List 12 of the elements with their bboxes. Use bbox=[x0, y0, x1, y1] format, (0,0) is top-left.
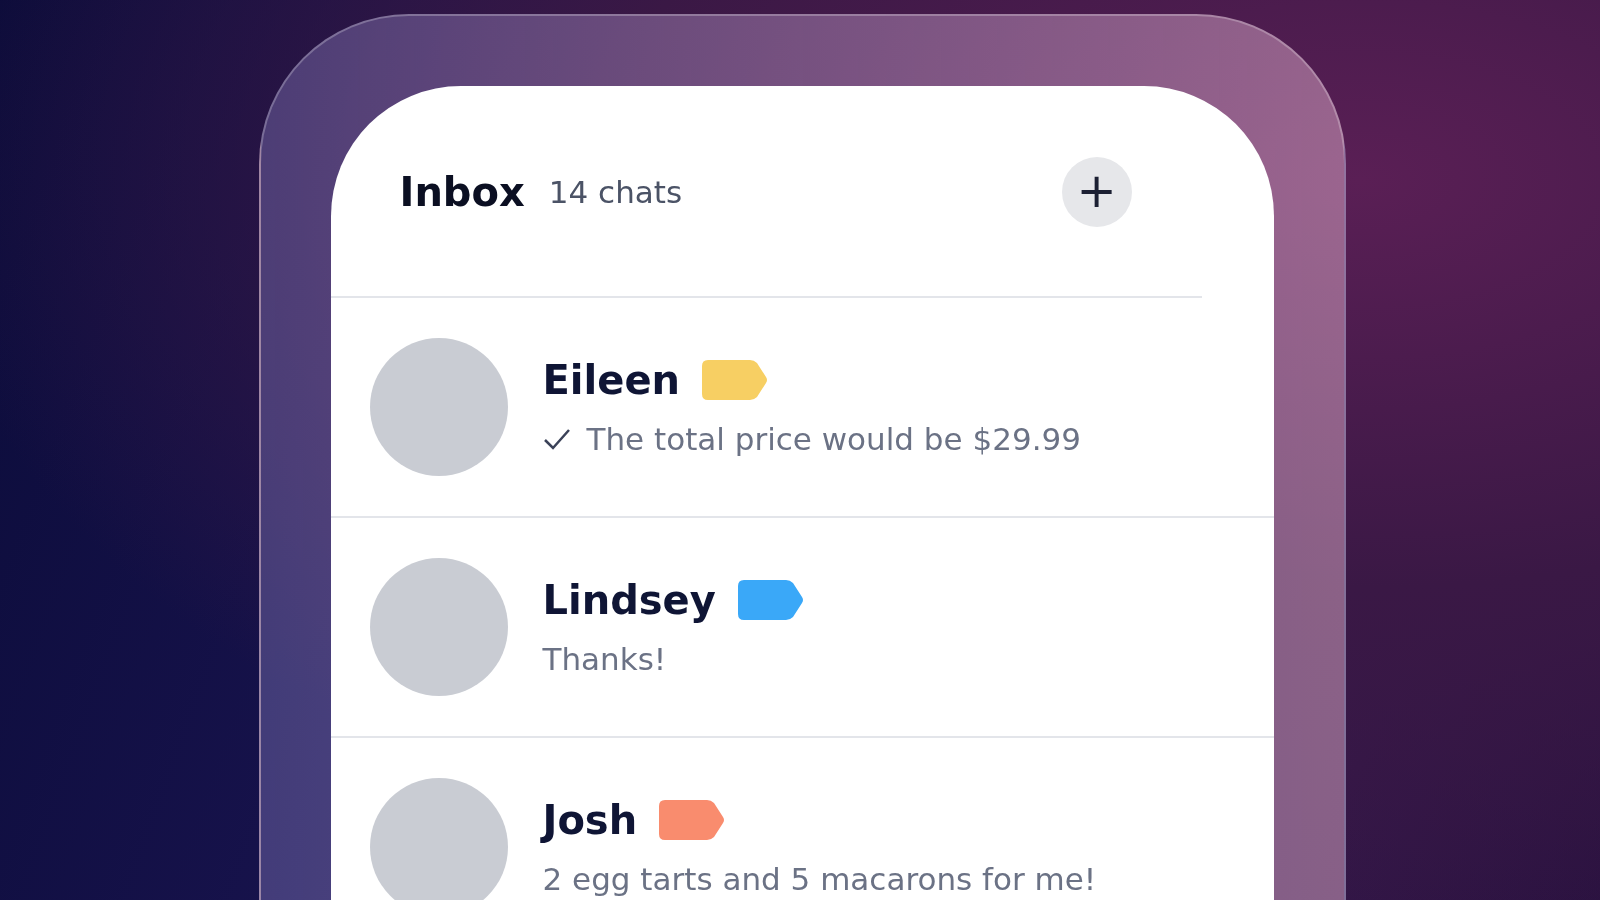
contact-name: Eileen bbox=[542, 357, 680, 403]
message-preview: 2 egg tarts and 5 macarons for me! bbox=[542, 861, 1097, 897]
chat-count: 14 chats bbox=[548, 174, 683, 210]
contact-name: Lindsey bbox=[542, 577, 716, 623]
message-preview: Thanks! bbox=[542, 641, 667, 677]
inbox-title: Inbox bbox=[399, 169, 525, 215]
contact-name: Josh bbox=[542, 797, 638, 843]
message-preview: The total price would be $29.99 bbox=[586, 421, 1081, 457]
chat-row[interactable]: Eileen The total price would be $29.99 bbox=[330, 298, 1274, 518]
chat-row[interactable]: Josh 2 egg tarts and 5 macarons for me! bbox=[330, 738, 1274, 900]
chat-row[interactable]: Lindsey Thanks! bbox=[330, 518, 1274, 738]
add-button[interactable]: + bbox=[1061, 157, 1132, 227]
